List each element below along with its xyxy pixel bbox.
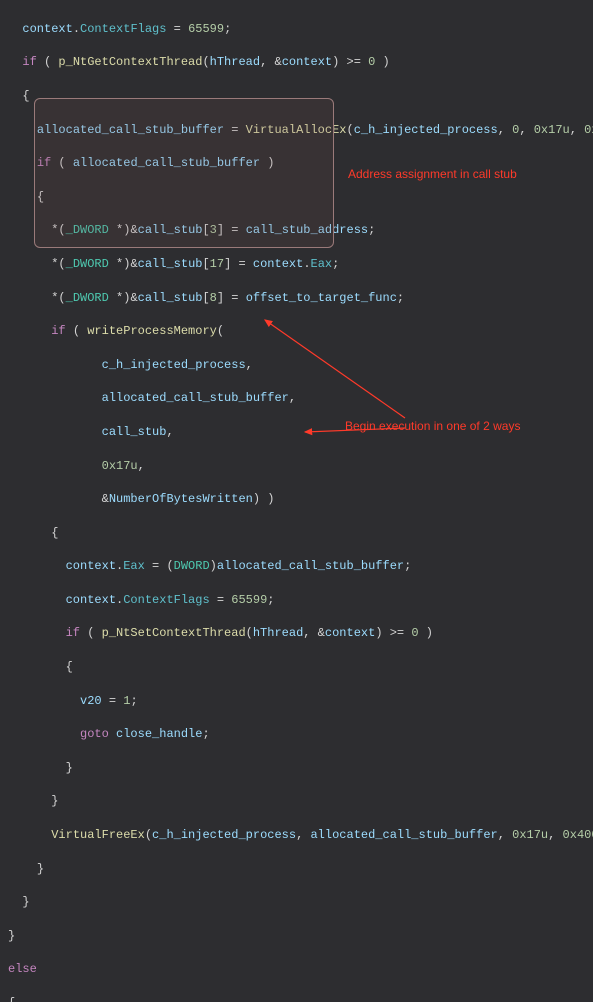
annotation-callstub: Address assignment in call stub <box>348 166 517 183</box>
decompiler-code: context.ContextFlags = 65599; if ( p_NtG… <box>8 4 593 1002</box>
code-line: } <box>8 760 593 777</box>
code-line: { <box>8 88 593 105</box>
code-line: goto close_handle; <box>8 726 593 743</box>
code-line: allocated_call_stub_buffer = VirtualAllo… <box>8 122 593 139</box>
code-line: if ( writeProcessMemory( <box>8 323 593 340</box>
code-line: { <box>8 189 593 206</box>
code-line: *(_DWORD *)&call_stub[17] = context.Eax; <box>8 256 593 273</box>
code-line: VirtualFreeEx(c_h_injected_process, allo… <box>8 827 593 844</box>
code-line: if ( p_NtGetContextThread(hThread, &cont… <box>8 54 593 71</box>
code-line: c_h_injected_process, <box>8 357 593 374</box>
code-line: context.ContextFlags = 65599; <box>8 21 593 38</box>
code-line: } <box>8 894 593 911</box>
code-line: *(_DWORD *)&call_stub[8] = offset_to_tar… <box>8 290 593 307</box>
code-line: { <box>8 659 593 676</box>
code-line: 0x17u, <box>8 458 593 475</box>
code-line: } <box>8 928 593 945</box>
code-line: context.Eax = (DWORD)allocated_call_stub… <box>8 558 593 575</box>
code-line: else <box>8 961 593 978</box>
code-line: { <box>8 525 593 542</box>
code-line: &NumberOfBytesWritten) ) <box>8 491 593 508</box>
code-line: *(_DWORD *)&call_stub[3] = call_stub_add… <box>8 222 593 239</box>
code-line: } <box>8 861 593 878</box>
code-line: context.ContextFlags = 65599; <box>8 592 593 609</box>
code-line: allocated_call_stub_buffer, <box>8 390 593 407</box>
code-line: } <box>8 793 593 810</box>
annotation-exec: Begin execution in one of 2 ways <box>345 418 520 435</box>
code-line: { <box>8 995 593 1002</box>
code-line: if ( p_NtSetContextThread(hThread, &cont… <box>8 625 593 642</box>
code-line: v20 = 1; <box>8 693 593 710</box>
